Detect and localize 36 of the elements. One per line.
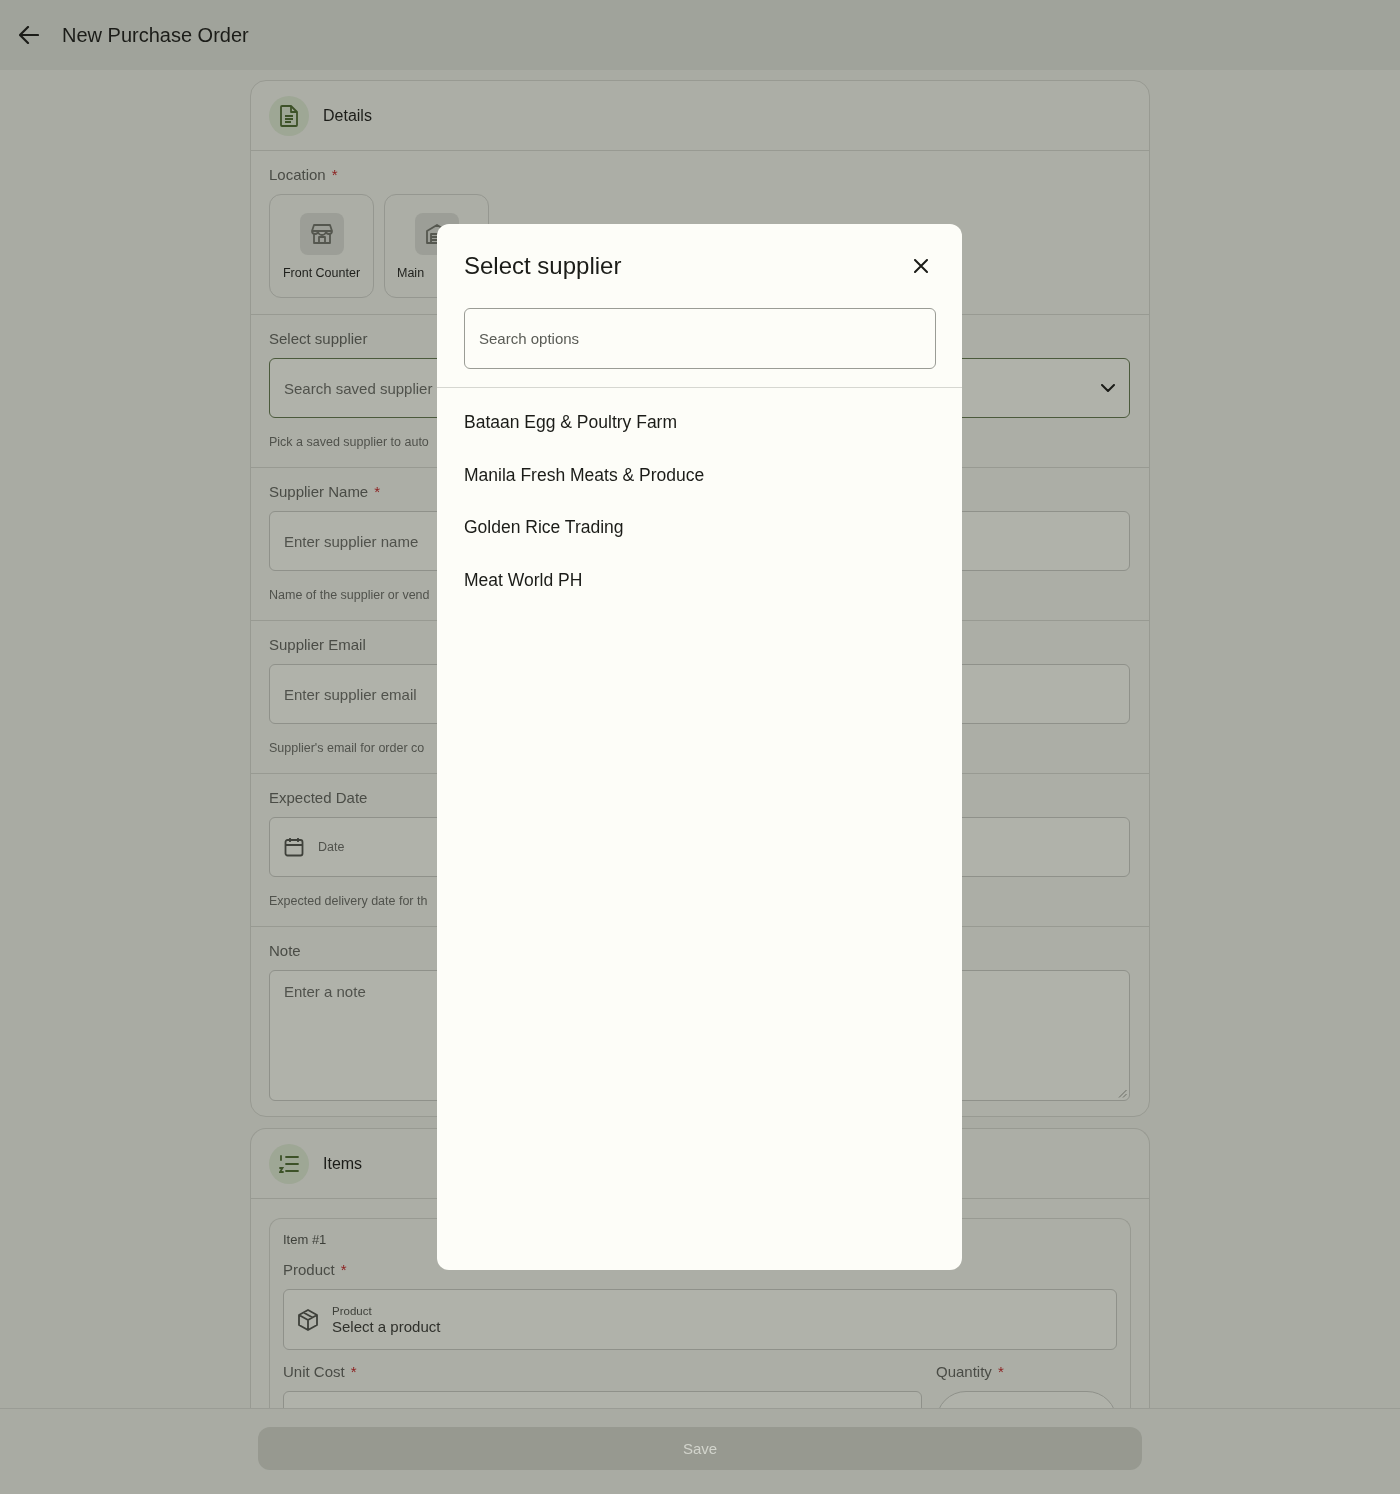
resize-grip-icon[interactable] [1118, 1089, 1127, 1098]
required-mark: * [350, 1362, 357, 1382]
supplier-option[interactable]: Golden Rice Trading [464, 517, 624, 537]
field-label: Supplier Email [269, 635, 366, 655]
store-icon [310, 223, 333, 244]
supplier-option[interactable]: Bataan Egg & Poultry Farm [464, 412, 678, 432]
calendar-icon [284, 837, 304, 857]
close-icon[interactable] [914, 259, 928, 273]
field-label: Note [269, 941, 301, 961]
supplier-option[interactable]: Meat World PH [464, 569, 583, 590]
required-mark: * [374, 482, 381, 502]
helper-text: Expected delivery date for th [269, 893, 429, 909]
location-option[interactable]: Front Counter [269, 194, 374, 298]
field-label: Select supplier [269, 329, 368, 349]
field-label: Location [269, 165, 326, 185]
field-label: Product [283, 1260, 335, 1280]
required-mark: * [997, 1362, 1004, 1382]
helper-text: Pick a saved supplier to auto [269, 434, 430, 450]
field-label: Supplier Name [269, 482, 369, 502]
document-icon [280, 104, 298, 127]
helper-text: Name of the supplier or vend [269, 587, 431, 603]
field-label: Quantity [936, 1362, 992, 1382]
item-title: Item #1 [283, 1231, 328, 1249]
section-title: Details [323, 106, 372, 125]
required-mark: * [331, 165, 338, 185]
field-label: Expected Date [269, 788, 368, 808]
page-title: New Purchase Order [62, 23, 249, 47]
chevron-down-icon [1101, 384, 1115, 392]
back-arrow-icon[interactable] [19, 26, 39, 44]
field-label: Unit Cost [283, 1362, 345, 1382]
section-title: Items [323, 1154, 363, 1173]
helper-text: Supplier's email for order co [269, 740, 426, 756]
search-field[interactable]: Search options [464, 308, 936, 369]
supplier-option[interactable]: Manila Fresh Meats & Produce [464, 464, 705, 485]
product-select[interactable]: Product Select a product [283, 1289, 1117, 1350]
required-mark: * [340, 1260, 347, 1280]
